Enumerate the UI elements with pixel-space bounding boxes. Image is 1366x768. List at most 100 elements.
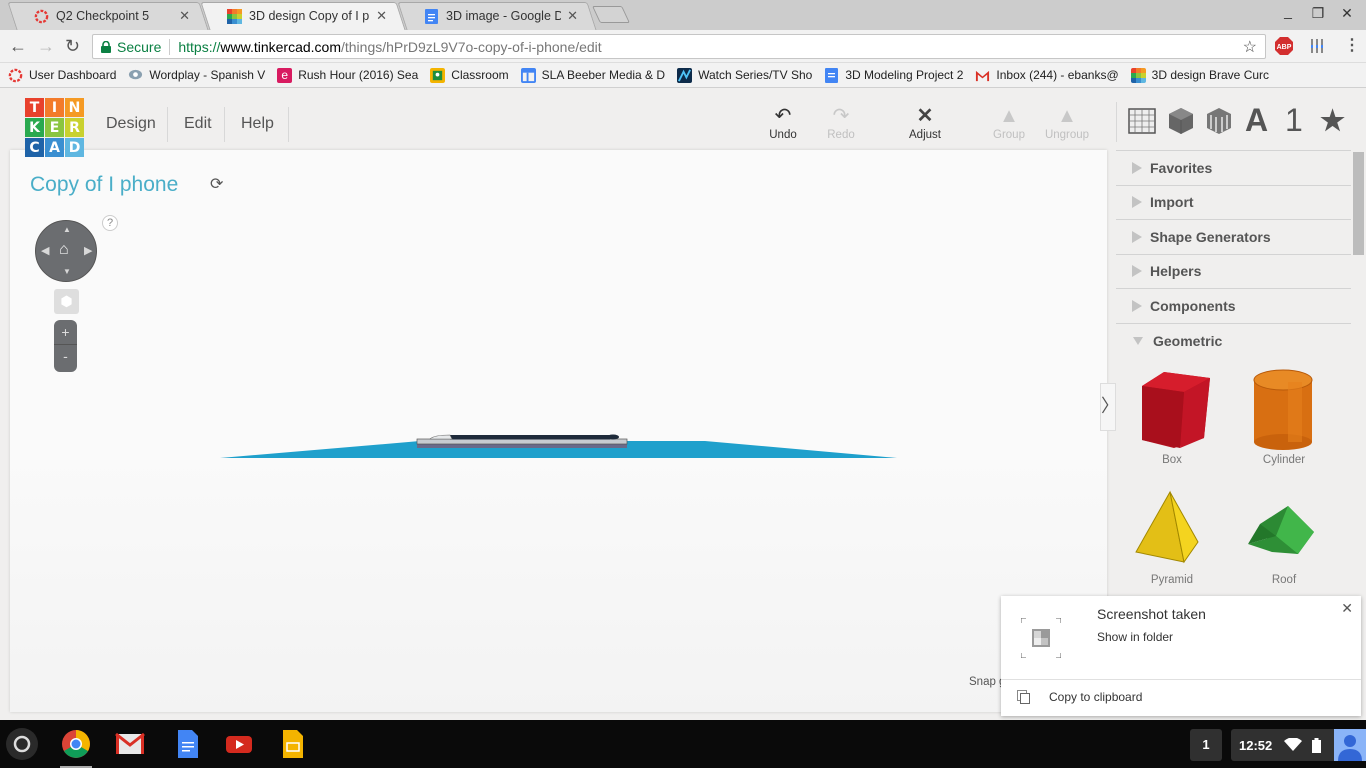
category-import[interactable]: Import	[1116, 186, 1351, 220]
solid-cube-icon[interactable]	[1168, 107, 1194, 135]
bookmark-3d-design-brave[interactable]: 3D design Brave Curc	[1130, 67, 1269, 83]
bookmarks-bar: User Dashboard Wordplay - Spanish V e Rus…	[0, 63, 1366, 88]
favorites-star-icon[interactable]: ★	[1320, 104, 1345, 137]
tab-close-icon[interactable]: ✕	[179, 8, 190, 24]
forward-button[interactable]: →	[37, 36, 55, 57]
show-in-folder-link[interactable]: Show in folder	[1097, 630, 1173, 644]
bookmark-classroom[interactable]: Classroom	[430, 67, 509, 83]
workplane-canvas[interactable]: Copy of I phone ⟳ ? ▲ ◀ ▶ ⌂ ▼ ⬢ + - Snap…	[10, 150, 1107, 712]
notification-count-badge[interactable]: 1	[1190, 729, 1222, 761]
category-favorites[interactable]: Favorites	[1116, 151, 1351, 186]
toolbar-divider	[1116, 102, 1117, 142]
undo-icon: ↶	[774, 105, 792, 127]
menu-help[interactable]: Help	[241, 115, 274, 133]
help-button[interactable]: ?	[102, 215, 118, 231]
gmail-icon	[976, 70, 990, 81]
bookmark-3d-modeling[interactable]: 3D Modeling Project 2	[824, 67, 963, 83]
geometric-shapes-grid: Box Cylinder Pyramid Roof	[1116, 358, 1351, 604]
extension-grid-icon[interactable]	[1309, 37, 1325, 55]
minimize-button[interactable]: _	[1280, 3, 1296, 19]
google-slides-icon[interactable]	[278, 729, 308, 759]
back-button[interactable]: ←	[9, 36, 27, 57]
grid-view-icon[interactable]	[1128, 108, 1156, 134]
iphone-model[interactable]	[416, 434, 628, 449]
copy-to-clipboard-button[interactable]: Copy to clipboard	[1049, 690, 1142, 704]
tool-label: Adjust	[909, 129, 941, 141]
tab-google-docs[interactable]: 3D image - Google Docs ✕	[397, 2, 597, 30]
arrow-down-icon[interactable]: ▼	[63, 267, 71, 276]
group-button[interactable]: ▲ Group	[981, 106, 1037, 141]
arrow-up-icon[interactable]: ▲	[63, 225, 71, 234]
gmail-icon[interactable]	[115, 729, 145, 759]
shape-cylinder[interactable]: Cylinder	[1228, 364, 1340, 484]
bookmark-sla-beeber[interactable]: SLA Beeber Media & D	[520, 67, 666, 83]
category-helpers[interactable]: Helpers	[1116, 255, 1351, 289]
tinkercad-logo[interactable]: T I N K E R C A D	[25, 98, 85, 157]
tab-close-icon[interactable]: ✕	[567, 8, 578, 24]
youtube-icon[interactable]	[224, 729, 254, 759]
launcher-icon[interactable]	[6, 728, 38, 760]
e-icon: e	[277, 67, 293, 83]
collapse-panel-button[interactable]: 〉	[1100, 383, 1119, 431]
ungroup-button[interactable]: ▲ Ungroup	[1039, 106, 1095, 141]
bookmark-inbox[interactable]: Inbox (244) - ebanks@	[975, 68, 1119, 83]
system-shelf: 1 12:52	[0, 720, 1366, 768]
menu-divider	[288, 107, 289, 142]
category-shape-generators[interactable]: Shape Generators	[1116, 220, 1351, 255]
new-tab-button[interactable]	[592, 6, 630, 23]
snap-grid-label[interactable]: Snap g	[969, 676, 1005, 688]
status-tray[interactable]: 12:52	[1231, 729, 1366, 761]
number-shape-icon[interactable]: 1	[1285, 102, 1303, 139]
tab-tinkercad-design[interactable]: 3D design Copy of I phor ✕	[200, 2, 406, 30]
address-bar[interactable]: Secure https:// www.tinkercad.com /thing…	[92, 34, 1266, 59]
arrow-right-icon[interactable]: ▶	[84, 244, 92, 257]
tool-label: Ungroup	[1044, 129, 1090, 141]
bookmark-label: SLA Beeber Media & D	[541, 68, 666, 82]
design-title[interactable]: Copy of I phone	[30, 173, 178, 197]
expand-triangle-icon	[1132, 161, 1142, 174]
striped-cube-icon[interactable]	[1206, 107, 1232, 135]
category-geometric[interactable]: Geometric	[1116, 324, 1351, 359]
home-view-icon[interactable]: ⌂	[59, 241, 69, 259]
shape-pyramid[interactable]: Pyramid	[1116, 484, 1228, 604]
bookmark-wordplay[interactable]: Wordplay - Spanish V	[128, 68, 265, 83]
restore-button[interactable]: ❐	[1310, 5, 1326, 22]
panel-scrollbar[interactable]	[1353, 152, 1364, 255]
zoom-in-button[interactable]: +	[54, 320, 77, 345]
chrome-menu-icon[interactable]: ⋮	[1344, 35, 1360, 55]
reload-button[interactable]: ↻	[65, 36, 80, 57]
shape-label: Pyramid	[1150, 574, 1194, 586]
expand-triangle-icon	[1132, 196, 1142, 209]
adjust-button[interactable]: ✕ Adjust	[897, 106, 953, 141]
bookmark-star-icon[interactable]: ☆	[1243, 37, 1257, 57]
menu-edit[interactable]: Edit	[184, 115, 212, 133]
adblock-plus-icon[interactable]: ABP	[1275, 37, 1293, 55]
shape-box[interactable]: Box	[1116, 364, 1228, 484]
bookmark-watch-series[interactable]: Watch Series/TV Sho	[677, 67, 812, 83]
close-window-button[interactable]: ✕	[1339, 5, 1355, 22]
shape-roof[interactable]: Roof	[1228, 484, 1340, 604]
cube-view-icon: ⬢	[60, 293, 73, 309]
copy-icon	[1017, 690, 1030, 704]
chrome-icon[interactable]	[61, 729, 91, 759]
refresh-icon[interactable]: ⟳	[210, 174, 223, 194]
zoom-out-button[interactable]: -	[54, 345, 77, 370]
omnibox-divider	[169, 38, 171, 55]
category-components[interactable]: Components	[1116, 289, 1351, 324]
arrow-left-icon[interactable]: ◀	[41, 244, 49, 257]
view-orbit-control[interactable]: ▲ ◀ ▶ ⌂ ▼	[35, 220, 97, 282]
text-shape-icon[interactable]: A	[1245, 102, 1268, 139]
logo-letter: K	[25, 118, 44, 137]
user-avatar[interactable]	[1334, 729, 1366, 761]
ortho-view-button[interactable]: ⬢	[54, 289, 79, 314]
bookmark-rush-hour[interactable]: e Rush Hour (2016) Sea	[277, 67, 418, 83]
google-docs-icon[interactable]	[173, 729, 203, 759]
tab-close-icon[interactable]: ✕	[376, 8, 387, 24]
redo-button[interactable]: ↷ Redo	[813, 106, 869, 141]
close-notification-icon[interactable]: ✕	[1341, 600, 1353, 617]
box-shape-icon	[1142, 372, 1210, 448]
tab-q2-checkpoint[interactable]: Q2 Checkpoint 5 ✕	[7, 2, 209, 30]
bookmark-user-dashboard[interactable]: User Dashboard	[8, 68, 116, 83]
menu-design[interactable]: Design	[106, 115, 156, 133]
undo-button[interactable]: ↶ Undo	[755, 106, 811, 141]
